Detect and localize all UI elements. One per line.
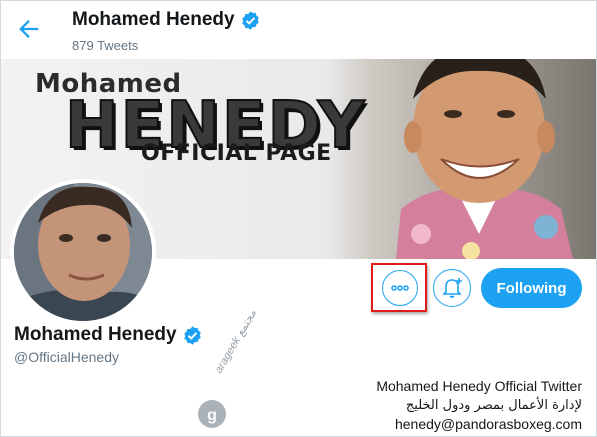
following-button[interactable]: Following	[481, 268, 582, 308]
banner-line3: OFFICIAL PAGE	[141, 141, 332, 166]
bio-line: لإدارة الأعمال بمصر ودول الخليج	[405, 398, 582, 413]
profile-name: Mohamed Henedy	[14, 324, 177, 345]
more-dots-icon	[391, 285, 409, 291]
header-title: Mohamed Henedy	[72, 9, 261, 31]
profile-header: Mohamed Henedy 879 Tweets	[1, 1, 596, 59]
header-name: Mohamed Henedy	[72, 9, 235, 30]
watermark-logo-icon: g	[198, 400, 226, 428]
profile-name-row: Mohamed Henedy	[14, 324, 203, 346]
profile-handle: @OfficialHenedy	[14, 349, 119, 365]
bio-line: Mohamed Henedy Official Twitter	[376, 378, 582, 394]
profile-bio: Mohamed Henedy Official Twitter لإدارة ا…	[376, 377, 582, 434]
verified-badge-icon	[241, 10, 259, 30]
avatar-photo	[14, 183, 152, 321]
twitter-profile-page: Mohamed Henedy 879 Tweets Mohamed HENEDY…	[0, 0, 597, 437]
bell-plus-icon	[442, 278, 462, 298]
tweet-count: 879 Tweets	[72, 38, 139, 53]
back-arrow-icon[interactable]	[15, 15, 43, 43]
watermark-logo-letter: g	[207, 407, 217, 424]
more-options-button[interactable]	[382, 270, 418, 306]
bio-link[interactable]: henedy@pandorasboxeg.com	[376, 415, 582, 434]
notifications-button[interactable]	[433, 269, 471, 307]
verified-badge-icon	[183, 325, 201, 345]
profile-avatar[interactable]	[10, 179, 156, 325]
